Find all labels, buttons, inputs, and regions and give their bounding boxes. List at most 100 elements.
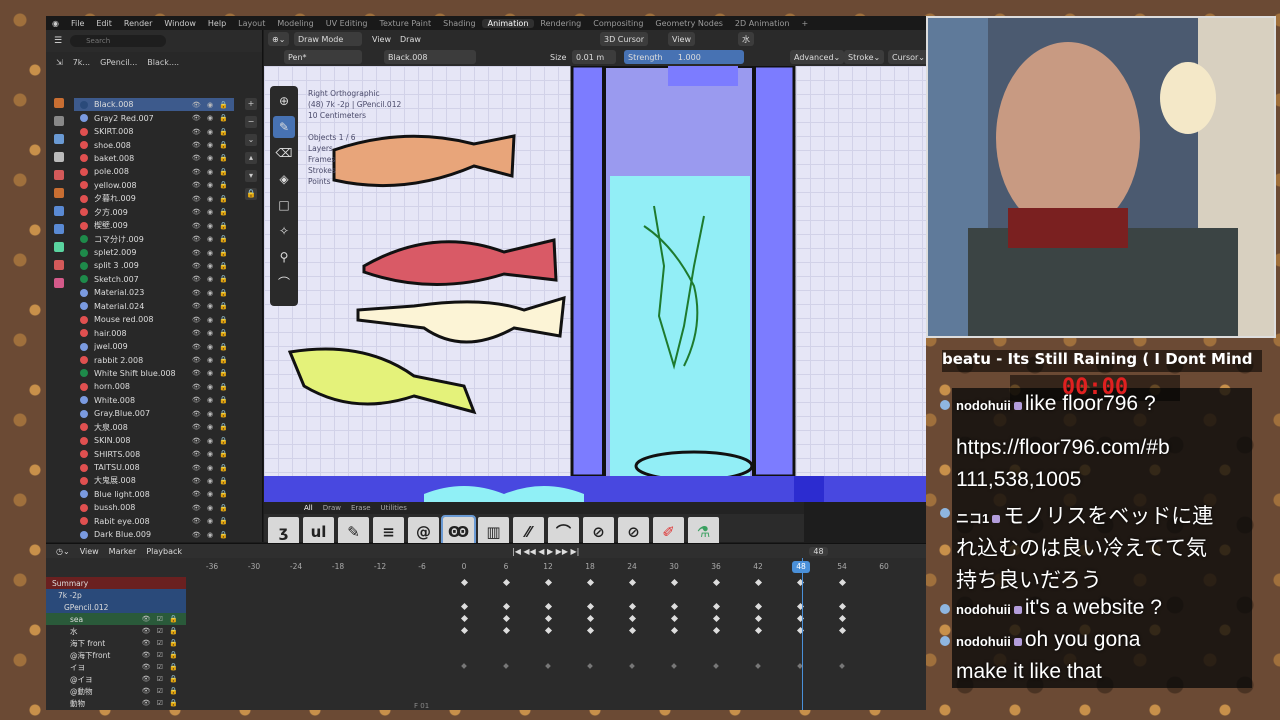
material-row[interactable]: jwel.009 👁 ◉ 🔒 bbox=[74, 340, 234, 353]
mode-select[interactable]: Draw Mode bbox=[294, 32, 362, 46]
visibility-lock-icons[interactable]: 👁 ◉ 🔒 bbox=[192, 343, 234, 351]
tab-uv-editing[interactable]: UV Editing bbox=[320, 19, 374, 28]
add-workspace-button[interactable]: + bbox=[795, 19, 814, 28]
cursor-menu[interactable]: Cursor ⌄ bbox=[888, 50, 926, 64]
tab-2d-animation[interactable]: 2D Animation bbox=[729, 19, 796, 28]
channel-toggle-icons[interactable]: 👁 ☑ 🔒 bbox=[142, 651, 186, 659]
material-row[interactable]: Rabit eye.008 👁 ◉ 🔒 bbox=[74, 515, 234, 528]
material-icon[interactable] bbox=[54, 260, 64, 270]
lock-icon[interactable]: 🔒 bbox=[245, 188, 257, 200]
draw-tool-icon[interactable]: ✎ bbox=[273, 116, 295, 138]
channel-row[interactable]: 海下 front 👁 ☑ 🔒 bbox=[46, 637, 186, 649]
keyframe[interactable] bbox=[754, 614, 763, 623]
material-row[interactable]: rabbit 2.008 👁 ◉ 🔒 bbox=[74, 353, 234, 366]
brush-tab-utilities[interactable]: Utilities bbox=[381, 504, 407, 512]
material-row[interactable]: pole.008 👁 ◉ 🔒 bbox=[74, 165, 234, 178]
channel-toggle-icons[interactable]: 👁 ☑ 🔒 bbox=[142, 615, 186, 623]
tab-geometry-nodes[interactable]: Geometry Nodes bbox=[649, 19, 728, 28]
keyframe[interactable] bbox=[754, 626, 763, 635]
keyframe[interactable] bbox=[712, 602, 721, 611]
channel-row[interactable]: 動物 👁 ☑ 🔒 bbox=[46, 697, 186, 709]
move-up-button[interactable]: ▴ bbox=[245, 152, 257, 164]
keyframe[interactable] bbox=[754, 578, 763, 587]
keyframe[interactable] bbox=[544, 614, 553, 623]
keyframe[interactable] bbox=[460, 578, 469, 587]
tab-shading[interactable]: Shading bbox=[437, 19, 482, 28]
3d-viewport[interactable]: ⊕⌄ Draw Mode View Draw 3D Cursor View 水 … bbox=[264, 30, 926, 502]
visibility-lock-icons[interactable]: 👁 ◉ 🔒 bbox=[192, 450, 234, 458]
material-row[interactable]: 夕方.009 👁 ◉ 🔒 bbox=[74, 206, 234, 219]
play-controls[interactable]: |◀ ◀◀ ◀ ▶ ▶▶ ▶| bbox=[512, 547, 579, 556]
keyframe[interactable] bbox=[754, 602, 763, 611]
keyframe[interactable] bbox=[755, 663, 761, 669]
keyframe[interactable] bbox=[628, 602, 637, 611]
tool-icon[interactable] bbox=[54, 98, 64, 108]
material-row[interactable]: bussh.008 👁 ◉ 🔒 bbox=[74, 501, 234, 514]
visibility-lock-icons[interactable]: 👁 ◉ 🔒 bbox=[192, 490, 234, 498]
visibility-lock-icons[interactable]: 👁 ◉ 🔒 bbox=[192, 464, 234, 472]
keyframe[interactable] bbox=[628, 614, 637, 623]
playhead-frame-label[interactable]: 48 bbox=[792, 561, 810, 573]
visibility-lock-icons[interactable]: 👁 ◉ 🔒 bbox=[192, 383, 234, 391]
visibility-lock-icons[interactable]: 👁 ◉ 🔒 bbox=[192, 235, 234, 243]
keyframe[interactable] bbox=[503, 663, 509, 669]
material-row[interactable]: 大鬼展.008 👁 ◉ 🔒 bbox=[74, 474, 234, 487]
keyframe[interactable] bbox=[838, 626, 847, 635]
curve-tool-icon[interactable]: ⌒ bbox=[273, 272, 295, 294]
keyframe-area[interactable] bbox=[186, 577, 926, 707]
brush-select[interactable]: Pen* bbox=[284, 50, 362, 64]
visibility-lock-icons[interactable]: 👁 ◉ 🔒 bbox=[192, 222, 234, 230]
material-row[interactable]: Mouse red.008 👁 ◉ 🔒 bbox=[74, 313, 234, 326]
view-menu[interactable]: View bbox=[368, 32, 395, 46]
visibility-lock-icons[interactable]: 👁 ◉ 🔒 bbox=[192, 128, 234, 136]
menu-playback[interactable]: Playback bbox=[146, 547, 182, 556]
output-icon[interactable] bbox=[54, 134, 64, 144]
material-row[interactable]: コマ分け.009 👁 ◉ 🔒 bbox=[74, 232, 234, 245]
blender-logo-icon[interactable]: ◉ bbox=[46, 19, 65, 28]
keyframe[interactable] bbox=[629, 663, 635, 669]
data-icon[interactable] bbox=[54, 242, 64, 252]
material-menu-button[interactable]: ⌄ bbox=[245, 134, 257, 146]
material-row[interactable]: Gray.Blue.007 👁 ◉ 🔒 bbox=[74, 407, 234, 420]
channel-row[interactable]: イヨ 👁 ☑ 🔒 bbox=[46, 661, 186, 673]
brush-tab-draw[interactable]: Draw bbox=[323, 504, 341, 512]
keyframe[interactable] bbox=[502, 578, 511, 587]
keyframe[interactable] bbox=[502, 602, 511, 611]
size-field[interactable]: 0.01 m bbox=[572, 50, 616, 64]
keyframe[interactable] bbox=[460, 614, 469, 623]
keyframe[interactable] bbox=[838, 578, 847, 587]
material-row[interactable]: SHIRTS.008 👁 ◉ 🔒 bbox=[74, 447, 234, 460]
menu-file[interactable]: File bbox=[65, 19, 90, 28]
draw-menu[interactable]: Draw bbox=[396, 32, 425, 46]
keyframe[interactable] bbox=[670, 602, 679, 611]
tab-modeling[interactable]: Modeling bbox=[271, 19, 319, 28]
keyframe[interactable] bbox=[461, 663, 467, 669]
channel-row[interactable]: @イヨ 👁 ☑ 🔒 bbox=[46, 673, 186, 685]
material-row[interactable]: TAITSU.008 👁 ◉ 🔒 bbox=[74, 461, 234, 474]
current-frame-field[interactable]: 48 bbox=[809, 546, 828, 556]
material-row[interactable]: Dark Blue.009 👁 ◉ 🔒 bbox=[74, 528, 234, 541]
visibility-lock-icons[interactable]: 👁 ◉ 🔒 bbox=[192, 316, 234, 324]
view-layer-icon[interactable] bbox=[54, 152, 64, 162]
visibility-lock-icons[interactable]: 👁 ◉ 🔒 bbox=[192, 437, 234, 445]
material-row[interactable]: yellow.008 👁 ◉ 🔒 bbox=[74, 179, 234, 192]
material-row[interactable]: Sketch.007 👁 ◉ 🔒 bbox=[74, 273, 234, 286]
visibility-lock-icons[interactable]: 👁 ◉ 🔒 bbox=[192, 275, 234, 283]
visibility-lock-icons[interactable]: 👁 ◉ 🔒 bbox=[192, 477, 234, 485]
visibility-lock-icons[interactable]: 👁 ◉ 🔒 bbox=[192, 289, 234, 297]
material-row[interactable]: shoe.008 👁 ◉ 🔒 bbox=[74, 138, 234, 151]
keyframe[interactable] bbox=[670, 614, 679, 623]
channel-row[interactable]: @海下front 👁 ☑ 🔒 bbox=[46, 649, 186, 661]
material-row[interactable]: Blue light.008 👁 ◉ 🔒 bbox=[74, 488, 234, 501]
keyframe[interactable] bbox=[586, 578, 595, 587]
material-select[interactable]: Black.008 bbox=[384, 50, 476, 64]
object-icon[interactable] bbox=[54, 206, 64, 216]
editor-type-icon[interactable]: ◷⌄ bbox=[56, 547, 70, 556]
keyframe[interactable] bbox=[712, 626, 721, 635]
tab-texture-paint[interactable]: Texture Paint bbox=[373, 19, 437, 28]
visibility-lock-icons[interactable]: 👁 ◉ 🔒 bbox=[192, 208, 234, 216]
keyframe[interactable] bbox=[670, 626, 679, 635]
keyframe[interactable] bbox=[586, 626, 595, 635]
channel-row[interactable]: 水 👁 ☑ 🔒 bbox=[46, 625, 186, 637]
visibility-lock-icons[interactable]: 👁 ◉ 🔒 bbox=[192, 168, 234, 176]
